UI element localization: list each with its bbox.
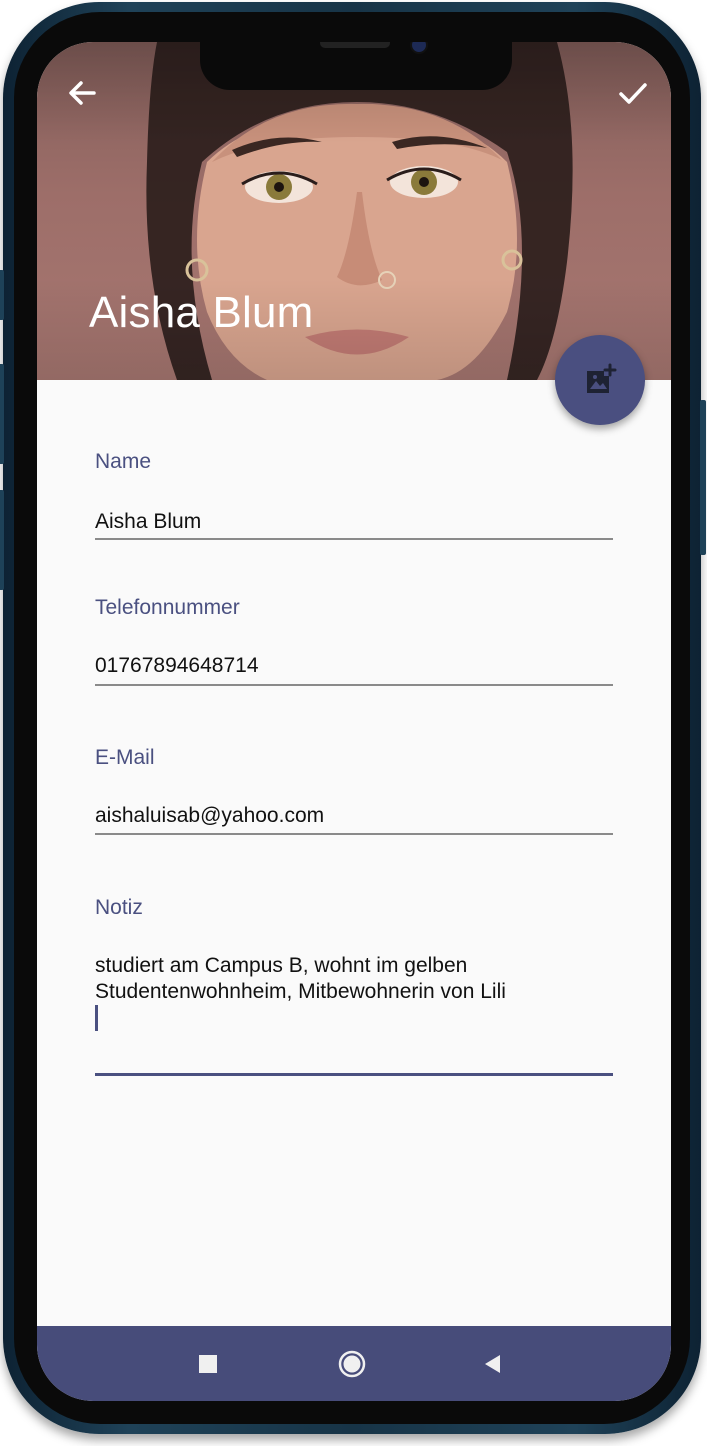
- circle-home-icon: [338, 1350, 366, 1378]
- phone-field[interactable]: Telefonnummer 01767894648714: [95, 593, 613, 688]
- note-text-line: studiert am Campus B, wohnt im gelben: [95, 954, 468, 977]
- name-input[interactable]: Aisha Blum: [95, 509, 201, 535]
- text-cursor: [95, 1005, 613, 1040]
- phone-side-button: [0, 270, 4, 320]
- square-recents-icon: [199, 1355, 217, 1373]
- save-button[interactable]: [609, 69, 657, 117]
- home-button[interactable]: [327, 1340, 377, 1388]
- email-label: E-Mail: [95, 746, 155, 769]
- phone-input[interactable]: 01767894648714: [95, 653, 259, 679]
- nav-back-button[interactable]: [468, 1340, 518, 1388]
- phone-underline: [95, 684, 613, 686]
- name-label: Name: [95, 450, 152, 473]
- contact-header: Aisha Blum: [37, 42, 671, 380]
- note-label: Notiz: [95, 896, 143, 919]
- phone-speaker: [320, 42, 390, 48]
- email-underline: [95, 833, 613, 835]
- phone-side-button: [0, 490, 4, 590]
- arrow-back-icon: [69, 81, 96, 105]
- contact-name-title: Aisha Blum: [89, 288, 314, 337]
- note-input[interactable]: studiert am Campus B, wohnt im gelben St…: [95, 953, 613, 1040]
- email-field[interactable]: E-Mail aishaluisab@yahoo.com: [95, 743, 613, 838]
- recents-button[interactable]: [183, 1340, 233, 1388]
- phone-label: Telefonnummer: [95, 596, 240, 619]
- note-text-line: Studentenwohnheim, Mitbewohnerin von Lil…: [95, 980, 506, 1003]
- note-underline: [95, 1073, 613, 1076]
- phone-notch: [200, 42, 512, 90]
- add-photo-icon: [587, 363, 617, 393]
- note-field[interactable]: Notiz studiert am Campus B, wohnt im gel…: [95, 893, 613, 1078]
- triangle-back-icon: [485, 1355, 500, 1373]
- back-button[interactable]: [58, 69, 106, 117]
- screen: Aisha Blum Name Aisha Blum Telefonnummer…: [37, 42, 671, 1401]
- add-photo-button[interactable]: [555, 335, 645, 425]
- email-input[interactable]: aishaluisab@yahoo.com: [95, 803, 324, 829]
- phone-camera: [410, 42, 428, 54]
- name-underline: [95, 538, 613, 540]
- name-field[interactable]: Name Aisha Blum: [95, 447, 613, 542]
- system-navigation-bar: [37, 1326, 671, 1401]
- phone-side-button: [0, 364, 4, 464]
- phone-side-button: [700, 400, 706, 555]
- check-icon: [619, 83, 647, 104]
